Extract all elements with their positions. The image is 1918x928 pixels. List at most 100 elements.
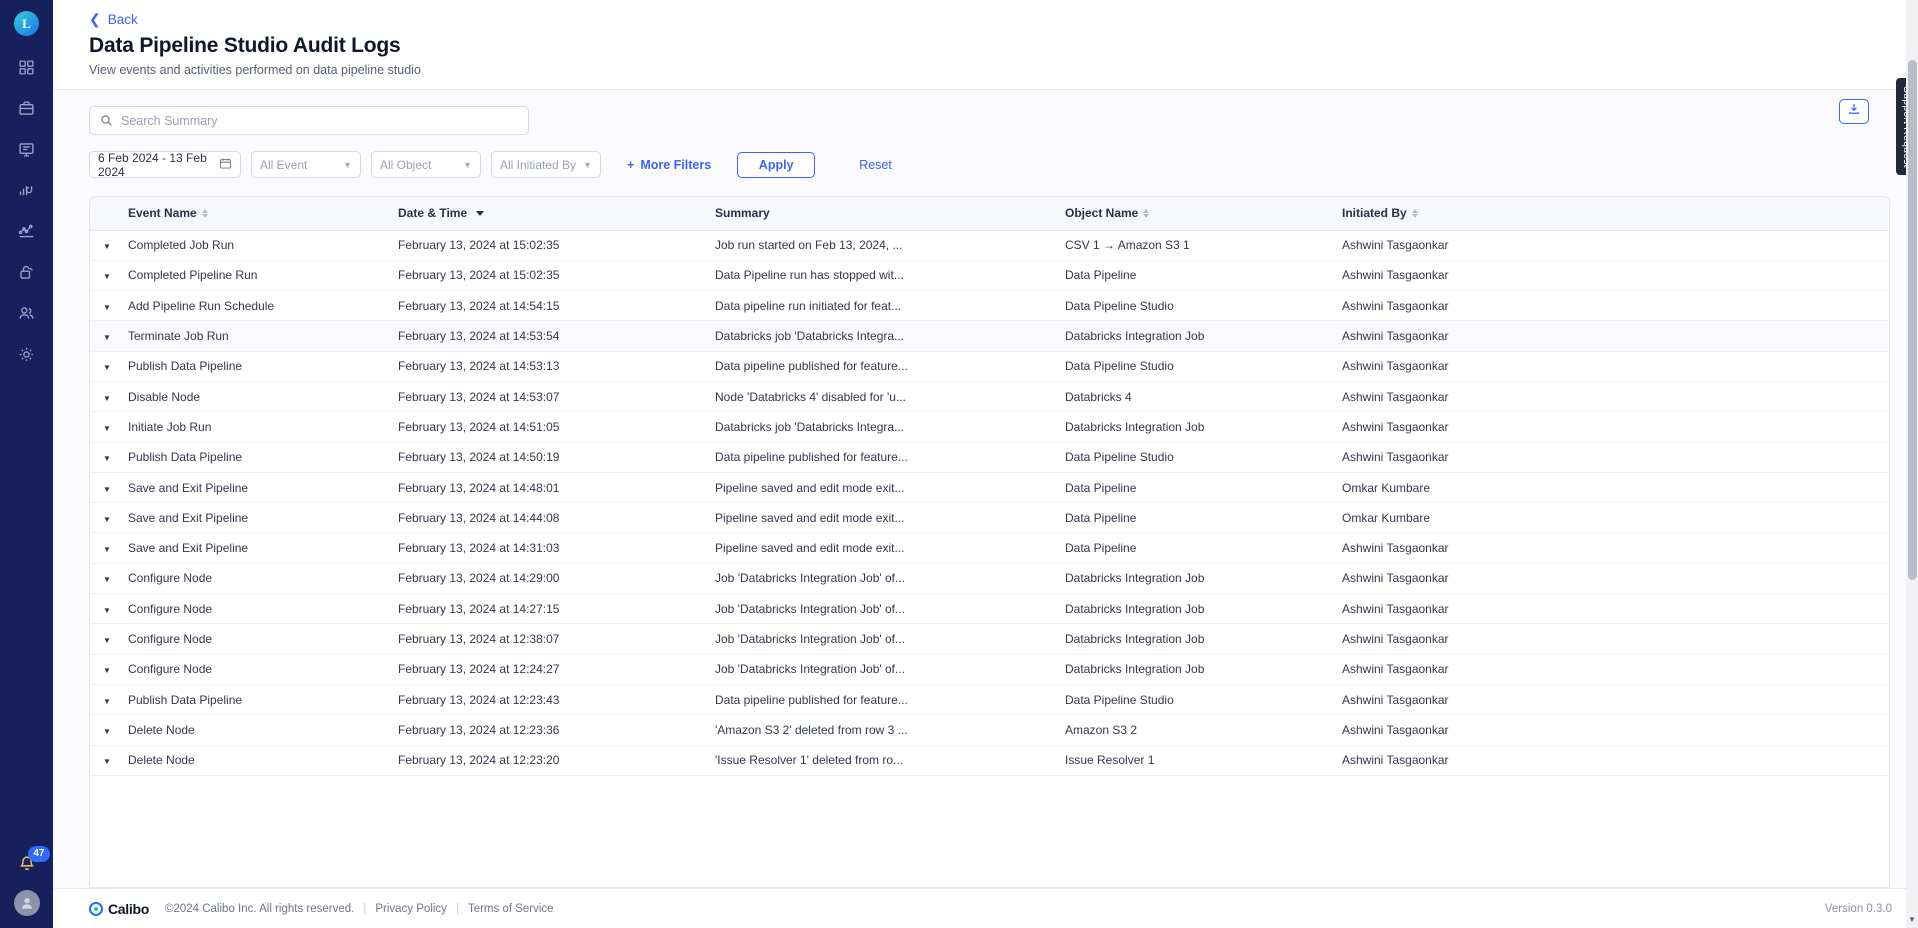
table-row[interactable]: ▼ Save and Exit Pipeline February 13, 2024…	[90, 502, 1889, 534]
row-expand-cell[interactable]: ▼	[90, 381, 128, 413]
sort-desc-icon[interactable]	[476, 210, 485, 216]
row-expand-cell[interactable]: ▼	[90, 502, 128, 534]
chevron-down-icon[interactable]: ▼	[103, 727, 111, 736]
notifications-button[interactable]: 47	[14, 846, 50, 878]
row-expand-cell[interactable]: ▼	[90, 472, 128, 504]
table-row[interactable]: ▼ Configure Node February 13, 2024 at 14:2…	[90, 593, 1889, 625]
initiated-by-filter-select[interactable]: All Initiated By ▼	[491, 151, 601, 178]
chevron-down-icon[interactable]: ▼	[103, 606, 111, 615]
table-row[interactable]: ▼ Publish Data Pipeline February 13, 2024 …	[90, 684, 1889, 716]
gear-icon	[18, 346, 35, 363]
table-row[interactable]: ▼ Configure Node February 13, 2024 at 12:2…	[90, 654, 1889, 685]
notification-badge: 47	[28, 846, 50, 862]
row-expand-cell[interactable]: ▼	[90, 623, 128, 655]
table-row[interactable]: ▼ Configure Node February 13, 2024 at 14:2…	[90, 563, 1889, 595]
cell-event-name: Configure Node	[128, 563, 398, 595]
sidebar-item-dashboard[interactable]	[7, 51, 47, 83]
column-header-summary[interactable]: Summary	[715, 197, 1065, 231]
scroll-down-arrow-icon[interactable]: ▼	[1907, 915, 1917, 924]
table-row[interactable]: ▼ Completed Job Run February 13, 2024 at 1…	[90, 230, 1889, 261]
column-header-initiated-by[interactable]: Initiated By	[1342, 197, 1889, 231]
chevron-down-icon[interactable]: ▼	[103, 333, 111, 342]
row-expand-cell[interactable]: ▼	[90, 654, 128, 685]
reset-button[interactable]: Reset	[859, 158, 892, 172]
cell-date-time: February 13, 2024 at 15:02:35	[398, 230, 715, 261]
chevron-down-icon[interactable]: ▼	[103, 575, 111, 584]
chevron-down-icon[interactable]: ▼	[103, 454, 111, 463]
row-expand-cell[interactable]: ▼	[90, 442, 128, 473]
filter-zone: 6 Feb 2024 - 13 Feb 2024 All Event ▼ All…	[53, 90, 1918, 179]
table-row[interactable]: ▼ Publish Data Pipeline February 13, 2024 …	[90, 442, 1889, 473]
chevron-down-icon[interactable]: ▼	[103, 757, 111, 766]
chevron-down-icon[interactable]: ▼	[103, 272, 111, 281]
row-expand-cell[interactable]: ▼	[90, 593, 128, 625]
more-filters-button[interactable]: + More Filters	[627, 158, 711, 172]
chevron-down-icon[interactable]: ▼	[103, 242, 111, 251]
date-range-picker[interactable]: 6 Feb 2024 - 13 Feb 2024	[89, 151, 241, 179]
row-expand-cell[interactable]: ▼	[90, 684, 128, 716]
column-header-object-name[interactable]: Object Name	[1065, 197, 1342, 231]
table-row[interactable]: ▼ Publish Data Pipeline February 13, 2024 …	[90, 351, 1889, 382]
row-expand-cell[interactable]: ▼	[90, 714, 128, 746]
event-filter-select[interactable]: All Event ▼	[251, 151, 361, 178]
sidebar-item-access[interactable]	[7, 256, 47, 288]
chevron-down-icon[interactable]: ▼	[103, 545, 111, 554]
row-expand-cell[interactable]: ▼	[90, 351, 128, 382]
back-button[interactable]: ❮ Back	[89, 8, 1918, 30]
table-row[interactable]: ▼ Terminate Job Run February 13, 2024 at 1…	[90, 320, 1889, 352]
brand-name: Calibo	[108, 900, 149, 917]
app-logo[interactable]: L	[14, 11, 39, 36]
object-filter-select[interactable]: All Object ▼	[371, 151, 481, 178]
chevron-down-icon[interactable]: ▼	[103, 515, 111, 524]
download-button[interactable]	[1839, 99, 1869, 124]
cell-initiated-by: Ashwini Tasgaonkar	[1342, 623, 1889, 655]
table-row[interactable]: ▼ Delete Node February 13, 2024 at 12:23:2…	[90, 745, 1889, 776]
privacy-policy-link[interactable]: Privacy Policy	[375, 903, 447, 915]
sidebar-item-projects[interactable]	[7, 92, 47, 124]
table-row[interactable]: ▼ Add Pipeline Run Schedule February 13, 2…	[90, 290, 1889, 322]
sidebar-item-collaboration[interactable]	[7, 133, 47, 165]
row-expand-cell[interactable]: ▼	[90, 320, 128, 352]
table-row[interactable]: ▼ Save and Exit Pipeline February 13, 2024…	[90, 532, 1889, 564]
table-row[interactable]: ▼ Completed Pipeline Run February 13, 2024…	[90, 260, 1889, 292]
cell-summary: Data pipeline published for feature...	[715, 351, 1065, 382]
row-expand-cell[interactable]: ▼	[90, 563, 128, 595]
table-row[interactable]: ▼ Initiate Job Run February 13, 2024 at 14…	[90, 411, 1889, 443]
table-row[interactable]: ▼ Delete Node February 13, 2024 at 12:23:3…	[90, 714, 1889, 746]
sidebar-item-users[interactable]	[7, 297, 47, 329]
row-expand-cell[interactable]: ▼	[90, 290, 128, 322]
chevron-down-icon[interactable]: ▼	[103, 303, 111, 312]
chevron-down-icon[interactable]: ▼	[103, 424, 111, 433]
cell-summary: Pipeline saved and edit mode exit...	[715, 472, 1065, 504]
table-row[interactable]: ▼ Configure Node February 13, 2024 at 12:3…	[90, 623, 1889, 655]
chevron-down-icon[interactable]: ▼	[103, 697, 111, 706]
avatar[interactable]	[13, 890, 40, 916]
column-header-date-time[interactable]: Date & Time	[398, 197, 715, 231]
row-expand-cell[interactable]: ▼	[90, 532, 128, 564]
search-box[interactable]	[89, 106, 529, 135]
row-expand-cell[interactable]: ▼	[90, 260, 128, 292]
cell-initiated-by: Ashwini Tasgaonkar	[1342, 320, 1889, 352]
page-scrollbar[interactable]: ▼	[1906, 0, 1918, 928]
row-expand-cell[interactable]: ▼	[90, 745, 128, 776]
terms-of-service-link[interactable]: Terms of Service	[468, 903, 554, 915]
sort-icon[interactable]	[201, 208, 208, 218]
row-expand-cell[interactable]: ▼	[90, 411, 128, 443]
sidebar-item-analytics[interactable]	[7, 215, 47, 247]
column-header-event-name[interactable]: Event Name	[128, 197, 398, 231]
table-row[interactable]: ▼ Disable Node February 13, 2024 at 14:53:…	[90, 381, 1889, 413]
row-expand-cell[interactable]: ▼	[90, 230, 128, 261]
sort-icon[interactable]	[1143, 208, 1150, 218]
apply-button[interactable]: Apply	[737, 151, 816, 178]
search-input[interactable]	[121, 113, 518, 128]
sort-icon[interactable]	[1411, 208, 1418, 218]
table-row[interactable]: ▼ Save and Exit Pipeline February 13, 2024…	[90, 472, 1889, 504]
chevron-down-icon[interactable]: ▼	[103, 485, 111, 494]
sidebar-item-data[interactable]	[7, 174, 47, 206]
chevron-down-icon[interactable]: ▼	[103, 636, 111, 645]
chevron-down-icon[interactable]: ▼	[103, 666, 111, 675]
chevron-down-icon[interactable]: ▼	[103, 363, 111, 372]
sidebar-item-settings[interactable]	[7, 338, 47, 370]
chevron-down-icon[interactable]: ▼	[103, 394, 111, 403]
scrollbar-thumb[interactable]	[1908, 60, 1917, 580]
